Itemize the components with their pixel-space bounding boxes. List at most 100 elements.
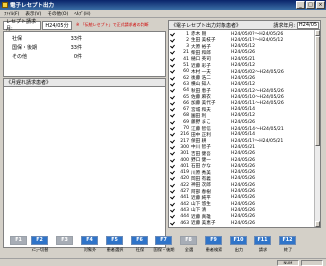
list-item[interactable]: 21 柴田 和郎 H24/05/26 (170, 50, 315, 56)
list-item[interactable]: 422 神田 次郎 H24/05/26 (170, 182, 315, 189)
list-item[interactable]: 51 近藤 彩子 H24/05/12 (170, 63, 315, 69)
list-item[interactable]: 63 横山 知人 H24/05/12 (170, 81, 315, 88)
list-item[interactable]: 60 木村 一夫 H24/05/02〜H24/05/26 (170, 69, 315, 75)
list-item[interactable]: 1 赤木 剛 H24/05/0?〜H24/05/26 (170, 31, 315, 38)
checkbox-check-icon[interactable] (170, 88, 175, 93)
count-label: 社保 (12, 36, 23, 42)
checkbox-check-icon[interactable] (170, 189, 175, 194)
list-item[interactable]: 301 吉田 健吾 H24/05/26 (170, 151, 315, 157)
checkbox-check-icon[interactable] (170, 95, 175, 100)
fkey-f5-label: 患者選択 (106, 247, 124, 252)
list-item[interactable]: 419 川原 秀美 H24/05/26 (170, 170, 315, 176)
checkbox-check-icon[interactable] (170, 82, 175, 87)
fkey-f7-button[interactable]: F7 (155, 236, 172, 245)
patient-number: 2 (186, 37, 189, 43)
fkey-f1-button[interactable]: F1 (10, 236, 27, 245)
checkbox-check-icon[interactable] (170, 139, 175, 144)
list-item[interactable]: 65 佐藤 麻衣 H24/05/10〜H24/05/26 (170, 94, 315, 101)
checkbox-check-icon[interactable] (170, 126, 175, 131)
fkey-f5-button[interactable]: F5 (106, 236, 123, 245)
patient-number: 60 (183, 69, 189, 75)
list-item[interactable]: 401 石田 かな H24/05/26 (170, 163, 315, 170)
checkbox-check-icon[interactable] (170, 76, 175, 81)
minimize-button[interactable]: _ (296, 1, 305, 9)
checkbox-check-icon[interactable] (170, 158, 175, 163)
menu-file[interactable]: ﾌｧｲﾙ(F) (4, 11, 19, 17)
checkbox-check-icon[interactable] (170, 208, 175, 213)
checkbox-check-icon[interactable] (170, 214, 175, 219)
checkbox-check-icon[interactable] (170, 151, 175, 156)
checkbox-check-icon[interactable] (170, 120, 175, 125)
late-claims-list[interactable] (3, 87, 166, 248)
checkbox-check-icon[interactable] (170, 32, 175, 37)
patient-name: 保田 耕 (191, 139, 207, 145)
vertical-scrollbar[interactable] (314, 30, 320, 227)
checkbox-check-icon[interactable] (170, 164, 175, 169)
checkbox-check-icon[interactable] (170, 132, 175, 137)
list-item[interactable]: 70 江藤 智信 H24/05/14〜H24/05/21 (170, 126, 315, 132)
checkbox-check-icon[interactable] (170, 195, 175, 200)
list-item[interactable]: 427 阿部 春樹 H24/05/26 (170, 189, 315, 195)
fkey-f12-button[interactable]: F12 (279, 236, 296, 245)
list-item[interactable]: 3 大原 裕子 H24/05/12 (170, 44, 315, 50)
fkey-f10-button[interactable]: F10 (230, 236, 247, 245)
patient-name: 柴田 和郎 (191, 50, 211, 56)
checkbox-check-icon[interactable] (170, 44, 175, 49)
fkey-f4-button[interactable]: F4 (81, 236, 98, 245)
visit-dates: H24/05/26 (231, 214, 256, 220)
fkey-f2-button[interactable]: F2 (31, 236, 48, 245)
list-item[interactable]: 67 宮城 和夫 H24/05/14 (170, 107, 315, 113)
checkbox-check-icon[interactable] (170, 221, 175, 226)
checkbox-check-icon[interactable] (170, 101, 175, 106)
list-item[interactable]: 62 後藤 浩二 H24/05/26 (170, 75, 315, 82)
list-item[interactable]: 443 山下 清 H24/05/26 (170, 207, 315, 214)
checkbox-check-icon[interactable] (170, 107, 175, 112)
list-item[interactable]: 66 加藤 美代子 H24/05/11〜H24/05/26 (170, 100, 315, 107)
scroll-down-icon[interactable] (315, 221, 320, 227)
menu-help[interactable]: ﾍﾙﾌﾟ(H) (74, 11, 90, 17)
receipt-month-field[interactable]: H24/05分 (42, 20, 72, 30)
list-item[interactable]: 463 近藤 美恵子 H24/05/26 (170, 220, 315, 227)
list-item[interactable]: 2 生田 美枝子 H24/05/1?〜H24/05/12 (170, 37, 315, 44)
list-item[interactable]: 64 秋田 恵子 H24/05/12〜H24/05/26 (170, 88, 315, 94)
checkbox-check-icon[interactable] (170, 170, 175, 175)
target-patients-list[interactable]: 1 赤木 剛 H24/05/0?〜H24/05/26 2 生田 美枝子 H24/05/1?… (168, 30, 321, 228)
fkey-f3-button[interactable]: F3 (56, 236, 73, 245)
list-item[interactable]: 300 中川 智子 H24/05/21 (170, 144, 315, 151)
list-item[interactable]: 69 藤野 まこ H24/05/26 (170, 119, 315, 126)
fkey-f11-button[interactable]: F11 (254, 236, 271, 245)
fkey-f9-button[interactable]: F9 (205, 236, 222, 245)
checkbox-check-icon[interactable] (170, 113, 175, 118)
checkbox-check-icon[interactable] (170, 176, 175, 181)
list-item[interactable]: 400 野口 健一 H24/05/26 (170, 157, 315, 164)
count-value: 33件 (70, 45, 82, 51)
list-item[interactable]: 420 岡田 有義 H24/05/26 (170, 176, 315, 182)
maximize-button[interactable]: □ (306, 1, 315, 9)
list-item[interactable]: 444 近藤 真雄 H24/05/26 (170, 214, 315, 220)
patient-number: 67 (183, 107, 189, 113)
checkbox-check-icon[interactable] (170, 183, 175, 188)
list-item[interactable]: 68 園田 利 H24/05/12 (170, 113, 315, 119)
menu-other[interactable]: その他(O) (47, 11, 68, 17)
visit-dates: H24/05/26 (231, 163, 256, 169)
checkbox-check-icon[interactable] (170, 202, 175, 207)
checkbox-check-icon[interactable] (170, 63, 175, 68)
checkbox-check-icon[interactable] (170, 69, 175, 74)
menu-view[interactable]: 表示(V) (25, 11, 41, 17)
patient-name: 大原 裕子 (191, 44, 211, 50)
list-item[interactable]: 441 近藤 純平 H24/05/26 (170, 195, 315, 201)
close-button[interactable]: × (316, 1, 325, 9)
list-item[interactable]: 41 樋口 英司 H24/05/21 (170, 56, 315, 63)
checkbox-check-icon[interactable] (170, 57, 175, 62)
fkey-f8-label: 全選 (184, 247, 194, 252)
fkey-f6-button[interactable]: F6 (131, 236, 148, 245)
checkbox-check-icon[interactable] (170, 145, 175, 150)
checkbox-check-icon[interactable] (170, 38, 175, 43)
list-item[interactable]: 216 田中 正利 H24/05/14 (170, 132, 315, 138)
list-item[interactable]: 217 保田 耕 H24/05/1?〜H24/05/21 (170, 138, 315, 145)
scroll-thumb[interactable] (315, 36, 320, 146)
checkbox-check-icon[interactable] (170, 50, 175, 55)
list-item[interactable]: 442 山下 悠生 H24/05/26 (170, 201, 315, 208)
fkey-f8-button[interactable]: F8 (180, 236, 197, 245)
right-pane: 《電子レセプト出力対象患者》 請求年月: H24/05 1 赤木 剛 H24/05/… (168, 20, 321, 228)
